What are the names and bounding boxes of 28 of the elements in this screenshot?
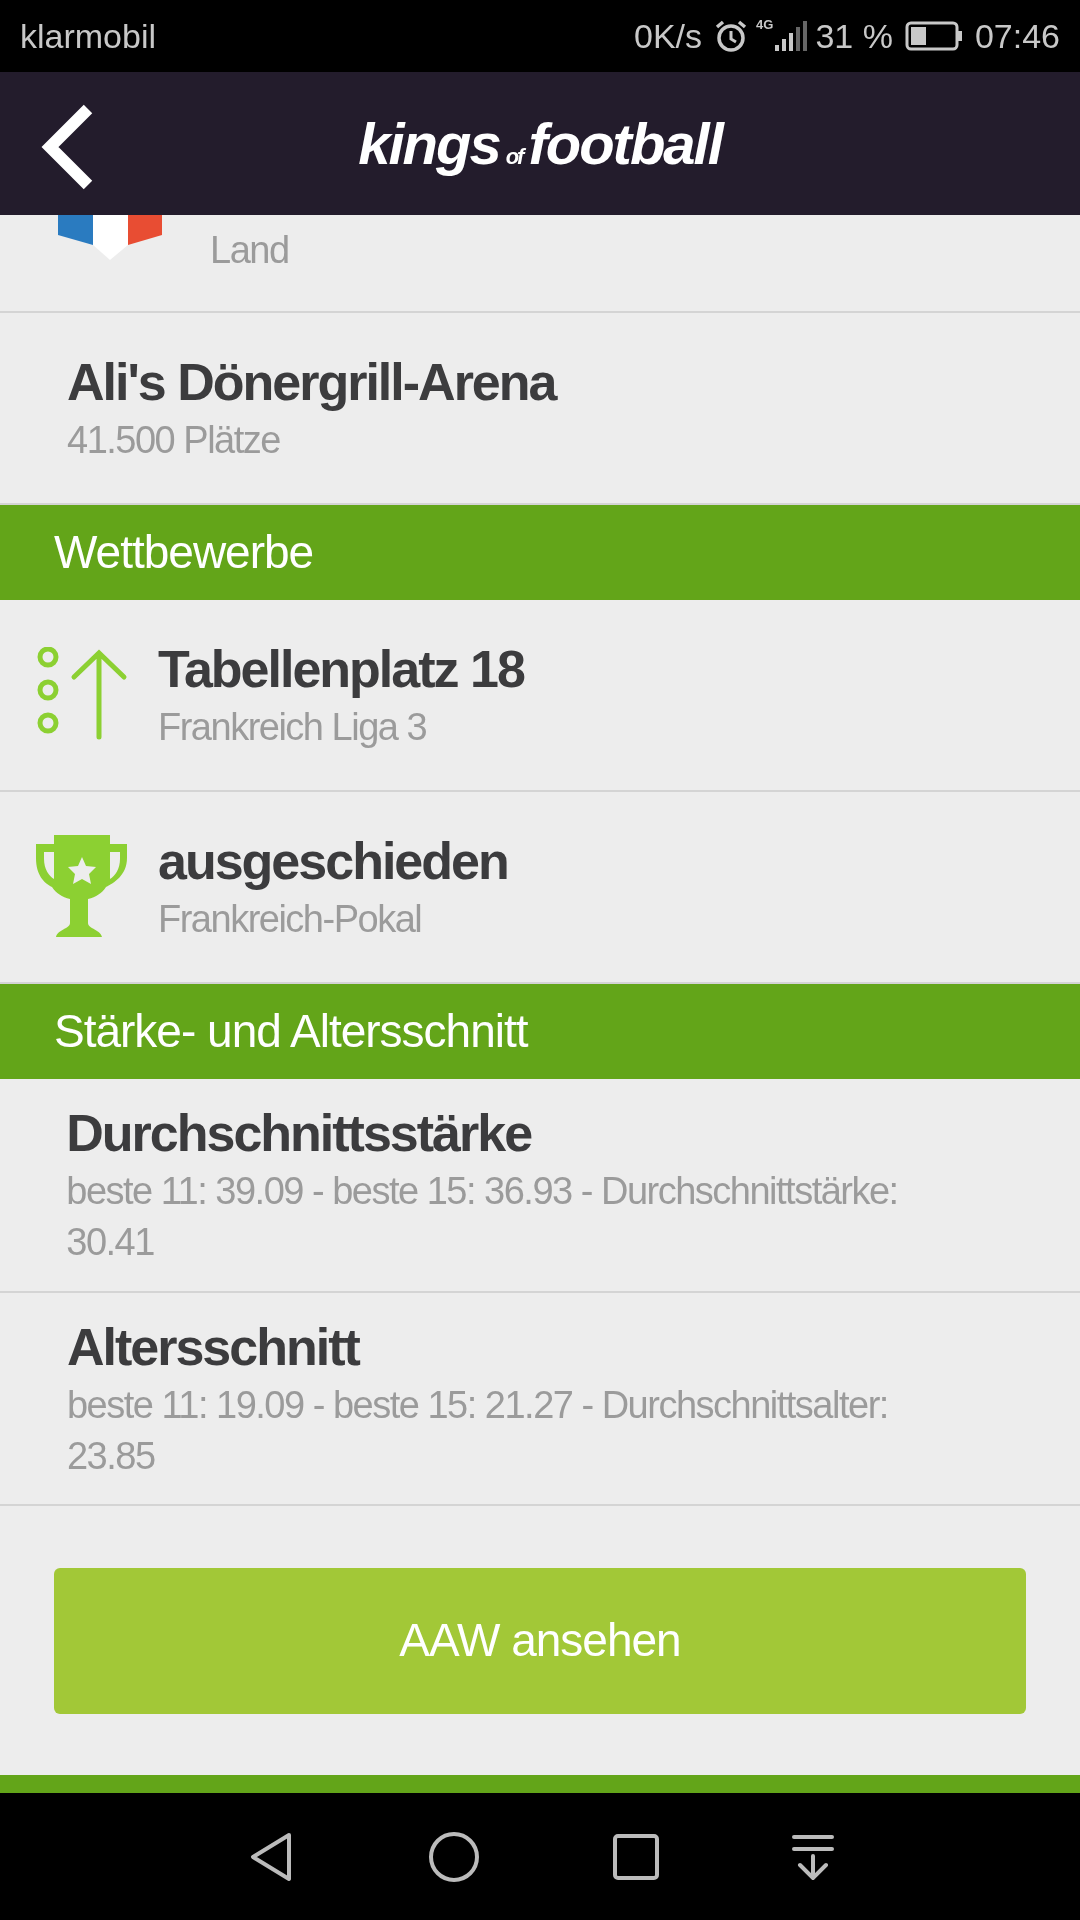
home-nav-icon[interactable] bbox=[427, 1830, 480, 1883]
item-subtitle: beste 11: 19.09 - beste 15: 21.27 - Durchschnittsalter: 23.85 bbox=[66, 1382, 889, 1479]
recents-nav-icon[interactable] bbox=[612, 1833, 659, 1880]
item-title: Tabellenplatz 18 bbox=[158, 638, 524, 700]
battery-percent: 31 % bbox=[815, 15, 893, 57]
item-subtitle: Frankreich-Pokal bbox=[158, 896, 423, 942]
flag-icon bbox=[58, 215, 162, 263]
section-header: Stärke- und Altersschnitt bbox=[54, 1004, 528, 1059]
network-type: 4G bbox=[756, 18, 774, 31]
item-title: Ali's Dönergrill-Arena bbox=[67, 351, 556, 413]
item-title: ausgeschieden bbox=[158, 830, 508, 892]
section-header: Wettbewerbe bbox=[54, 525, 314, 580]
view-button[interactable]: AAW ansehen bbox=[54, 1567, 1026, 1714]
item-subtitle: Frankreich Liga 3 bbox=[158, 704, 428, 750]
app-logo: kings of football bbox=[358, 110, 722, 178]
clock: 07:46 bbox=[974, 15, 1060, 57]
signal-icon bbox=[773, 19, 808, 53]
item-subtitle: beste 11: 39.09 - beste 15: 36.93 - Durchschnittstärke: 30.41 bbox=[66, 1169, 899, 1266]
item-subtitle: Land bbox=[210, 228, 289, 273]
item-title: Durchschnittsstärke bbox=[66, 1103, 533, 1164]
network-speed: 0K/s bbox=[634, 15, 703, 57]
battery-icon bbox=[904, 21, 963, 51]
carrier-name: klarmobil bbox=[20, 15, 157, 57]
trophy-icon bbox=[36, 835, 128, 939]
item-title: Altersschnitt bbox=[66, 1316, 361, 1378]
alarm-icon bbox=[714, 19, 749, 53]
notification-pull-icon[interactable] bbox=[791, 1833, 834, 1880]
item-subtitle: 41.500 Plätze bbox=[67, 417, 281, 463]
